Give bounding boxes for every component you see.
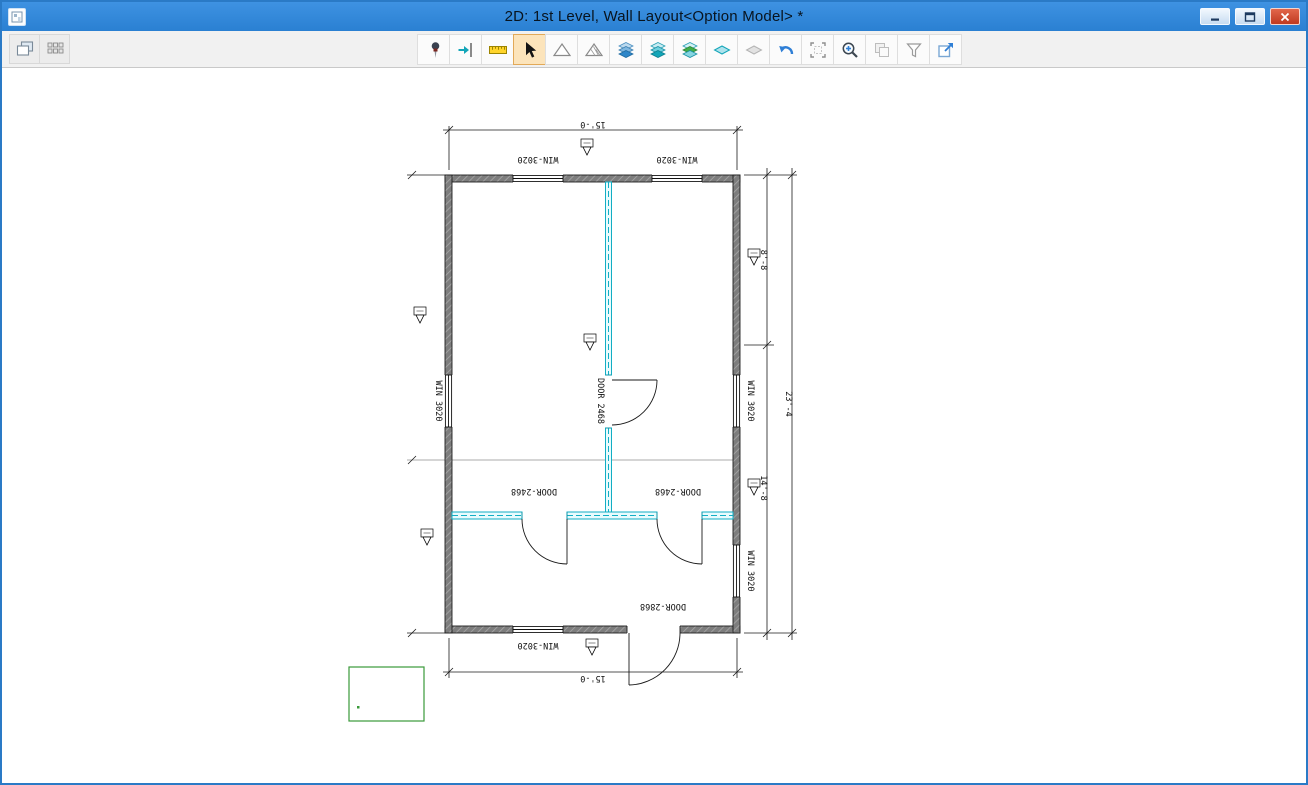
layers-green-icon (680, 40, 700, 60)
layers-teal-icon (648, 40, 668, 60)
window-controls (1200, 8, 1300, 25)
tool-layer-single-disabled[interactable] (737, 34, 770, 65)
tool-layers-green[interactable] (673, 34, 706, 65)
dim-right-lower[interactable]: 14'-8 (758, 475, 768, 501)
window-title: 2D: 1st Level, Wall Layout<Option Model>… (2, 8, 1306, 25)
selection-point (357, 706, 360, 709)
titlebar[interactable]: 2D: 1st Level, Wall Layout<Option Model>… (2, 2, 1306, 31)
tile-windows-button[interactable] (39, 34, 70, 64)
label-door-interior-right[interactable]: DOOR-2468 (655, 486, 701, 496)
windows[interactable] (445, 175, 741, 634)
layers-blue-icon (616, 40, 636, 60)
tool-pin[interactable] (417, 34, 450, 65)
layer-single-disabled-icon (744, 40, 764, 60)
tile-windows-icon (45, 39, 65, 59)
dim-right-total[interactable]: 23'-4 (783, 391, 793, 417)
green-selection-box[interactable] (349, 667, 424, 721)
tool-zoom-extents[interactable] (801, 34, 834, 65)
tool-export-view[interactable] (929, 34, 962, 65)
tool-zoom-in[interactable] (833, 34, 866, 65)
label-win-top-right[interactable]: WIN-3020 (657, 154, 698, 164)
interior-walls[interactable] (452, 182, 733, 519)
tool-select[interactable] (513, 34, 546, 65)
wall-tag-marker[interactable] (586, 639, 598, 655)
window-top-right[interactable] (652, 175, 702, 183)
window-right-upper[interactable] (733, 375, 741, 427)
copy-icon (872, 40, 892, 60)
undo-icon (776, 40, 796, 60)
maximize-button[interactable] (1235, 8, 1265, 25)
doors[interactable] (522, 380, 702, 685)
wall-tag-marker[interactable] (421, 529, 433, 545)
zoom-in-icon (840, 40, 860, 60)
label-door-interior-left[interactable]: DOOR-2468 (511, 486, 557, 496)
app-window: 2D: 1st Level, Wall Layout<Option Model>… (0, 0, 1308, 785)
layer-single-icon (712, 40, 732, 60)
tool-layers-teal[interactable] (641, 34, 674, 65)
tool-copy[interactable] (865, 34, 898, 65)
triangle-hatched-icon (584, 40, 604, 60)
drawing-icon (11, 11, 23, 23)
tool-offset[interactable] (449, 34, 482, 65)
zoom-extents-icon (808, 40, 828, 60)
tool-undo[interactable] (769, 34, 802, 65)
window-top-left[interactable] (513, 175, 563, 183)
window-layout-tools (10, 34, 70, 64)
wall-tag-marker[interactable] (584, 334, 596, 350)
tag-markers[interactable] (414, 139, 760, 655)
window-left[interactable] (445, 375, 453, 427)
tool-layers-blue[interactable] (609, 34, 642, 65)
tool-measure[interactable] (481, 34, 514, 65)
cascade-windows-button[interactable] (9, 34, 40, 64)
wall-tag-marker[interactable] (414, 307, 426, 323)
tool-roof-plane[interactable] (545, 34, 578, 65)
door-exterior[interactable] (627, 626, 680, 686)
cursor-icon (520, 40, 540, 60)
export-view-icon (936, 40, 956, 60)
dim-right-upper[interactable]: 8'-8 (758, 250, 768, 270)
window-bottom[interactable] (513, 626, 563, 634)
window-right-lower[interactable] (733, 545, 741, 597)
floorplan[interactable]: WIN-3020 WIN-3020 WIN-3020 WIN 3020 WIN … (2, 68, 1306, 783)
door-vertical-wall[interactable] (612, 380, 657, 425)
cascade-windows-icon (15, 39, 35, 59)
label-door-exterior[interactable]: DOOR-2868 (640, 601, 686, 611)
tool-filter[interactable] (897, 34, 930, 65)
pin-icon (424, 40, 444, 60)
close-button[interactable] (1270, 8, 1300, 25)
tool-roof-plane-hatched[interactable] (577, 34, 610, 65)
maximize-icon (1244, 12, 1256, 22)
wall-tag-marker[interactable] (581, 139, 593, 155)
tool-layer-single[interactable] (705, 34, 738, 65)
label-win-left[interactable]: WIN 3020 (433, 381, 443, 422)
drawing-canvas[interactable]: WIN-3020 WIN-3020 WIN-3020 WIN 3020 WIN … (2, 68, 1306, 783)
label-win-top-left[interactable]: WIN-3020 (518, 154, 559, 164)
close-icon (1280, 12, 1290, 22)
label-win-right-upper[interactable]: WIN 3020 (745, 381, 755, 422)
dim-bottom[interactable]: 15'-0 (580, 673, 606, 683)
drawing-tools (418, 34, 962, 65)
minimize-icon (1209, 12, 1221, 22)
ruler-icon (488, 40, 508, 60)
dim-top[interactable]: 15'-0 (580, 119, 606, 129)
label-win-right-lower[interactable]: WIN 3020 (745, 551, 755, 592)
app-menu-icon[interactable] (8, 8, 26, 26)
minimize-button[interactable] (1200, 8, 1230, 25)
door-horizontal-left[interactable] (522, 519, 567, 564)
toolbar (2, 31, 1306, 68)
label-door-vertical[interactable]: DOOR 2468 (595, 378, 605, 424)
filter-icon (904, 40, 924, 60)
triangle-icon (552, 40, 572, 60)
label-win-bottom[interactable]: WIN-3020 (518, 640, 559, 650)
door-horizontal-right[interactable] (657, 519, 702, 564)
exterior-walls[interactable] (445, 175, 740, 633)
offset-icon (456, 40, 476, 60)
